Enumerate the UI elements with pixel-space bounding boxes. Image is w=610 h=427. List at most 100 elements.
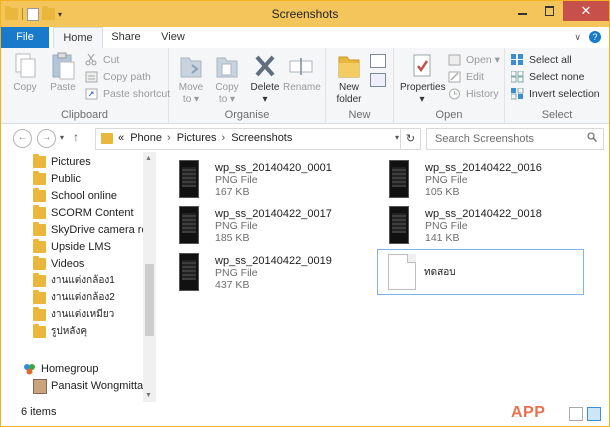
breadcrumb-screenshots[interactable]: Screenshots	[231, 132, 292, 144]
image-thumbnail	[389, 206, 409, 244]
scroll-up-icon[interactable]: ▲	[145, 155, 152, 162]
copy-to-button[interactable]: Copy to ▾	[209, 52, 245, 106]
edit-button[interactable]: Edit	[448, 69, 484, 85]
close-icon: ✕	[580, 3, 592, 18]
maximize-button[interactable]	[536, 1, 563, 21]
file-item[interactable]: wp_ss_20140422_0017 PNG File 185 KB	[161, 202, 367, 246]
view-switcher	[569, 407, 601, 421]
breadcrumb-overflow[interactable]: «	[118, 132, 124, 144]
open-button[interactable]: Open ▾	[448, 52, 500, 68]
paste-shortcut-button[interactable]: Paste shortcut	[85, 86, 170, 102]
file-item[interactable]: wp_ss_20140422_0018 PNG File 141 KB	[371, 202, 577, 246]
copy-to-label: Copy	[215, 82, 239, 93]
recent-locations-icon[interactable]: ▾	[60, 133, 64, 142]
nav-folder-label: Upside LMS	[51, 241, 111, 253]
document-icon	[388, 254, 416, 290]
nav-homegroup-user[interactable]: Panasit Wongmittae	[33, 377, 149, 395]
organise-group: Move to ▾ Copy to ▾ Delete ▾ Rename Orga…	[169, 48, 326, 123]
select-all-label: Select all	[529, 54, 572, 66]
refresh-button[interactable]: ↻	[400, 129, 420, 149]
address-bar[interactable]: « Phone › Pictures › Screenshots ▾ ↻	[95, 128, 421, 150]
forward-arrow-icon: →	[41, 132, 52, 143]
search-placeholder: Search Screenshots	[435, 133, 535, 145]
breadcrumb-pictures[interactable]: Pictures	[177, 132, 217, 144]
breadcrumb-phone[interactable]: Phone	[130, 132, 162, 144]
collapse-ribbon-icon[interactable]: ∨	[574, 32, 581, 43]
nav-folder-item[interactable]: งานแต่งเหมียว	[33, 306, 114, 324]
image-thumbnail	[179, 160, 199, 198]
ribbon: Copy Paste Cut Copy path Paste shortcut …	[1, 48, 609, 124]
breadcrumb: « Phone › Pictures › Screenshots	[118, 132, 295, 144]
ribbon-tabs: File Home Share View ∨ ?	[1, 27, 609, 71]
nav-folder-item[interactable]: งานแต่งกล้อง2	[33, 289, 115, 307]
clipboard-group-label: Clipboard	[60, 109, 109, 121]
open-icon	[448, 54, 461, 66]
refresh-icon: ↻	[405, 133, 416, 145]
tab-home[interactable]: Home	[53, 27, 103, 49]
chevron-right-icon[interactable]: ›	[167, 132, 171, 144]
nav-folder-item[interactable]: Pictures	[33, 153, 91, 171]
copy-button[interactable]: Copy	[7, 52, 43, 94]
large-icons-view-icon[interactable]	[587, 407, 601, 421]
explorer-window: ▾ Screenshots ✕ File Home Share View ∨ ?…	[0, 0, 610, 427]
invert-selection-button[interactable]: Invert selection	[510, 86, 600, 102]
folder-icon	[33, 205, 46, 219]
details-view-icon[interactable]	[569, 407, 583, 421]
nav-folder-item[interactable]: SCORM Content	[33, 204, 134, 222]
nav-folder-item[interactable]: SkyDrive camera roll	[33, 221, 152, 239]
folder-icon	[33, 290, 46, 304]
copy-path-button[interactable]: Copy path	[85, 69, 151, 85]
select-all-button[interactable]: Select all	[511, 52, 572, 68]
rename-icon	[288, 52, 314, 80]
move-to-icon	[178, 52, 204, 80]
chevron-right-icon[interactable]: ›	[221, 132, 225, 144]
new-item-icon[interactable]	[370, 54, 386, 68]
forward-button[interactable]: →	[37, 129, 56, 148]
folder-icon	[33, 154, 46, 168]
copy-path-icon	[85, 71, 98, 83]
title-bar: ▾ Screenshots ✕	[1, 1, 609, 27]
tab-view[interactable]: View	[151, 27, 195, 48]
history-icon	[448, 88, 461, 100]
select-none-button[interactable]: Select none	[510, 69, 584, 85]
tab-share[interactable]: Share	[104, 27, 148, 48]
delete-button[interactable]: Delete ▾	[247, 52, 283, 106]
nav-folder-label: Videos	[51, 258, 85, 270]
navigation-bar: ← → ▾ ↑ « Phone › Pictures › Screenshots ▾…	[1, 124, 609, 152]
back-button[interactable]: ←	[13, 129, 32, 148]
file-item[interactable]: wp_ss_20140422_0016 PNG File 105 KB	[371, 156, 577, 200]
nav-folder-item[interactable]: Videos	[33, 255, 84, 273]
search-input[interactable]: Search Screenshots	[426, 128, 604, 150]
properties-button[interactable]: Properties ▾	[400, 52, 446, 106]
nav-folder-item[interactable]: งานแต่งกล้อง1	[33, 272, 115, 290]
cut-button[interactable]: Cut	[85, 52, 119, 68]
scrollbar-thumb[interactable]	[145, 264, 154, 336]
up-button[interactable]: ↑	[73, 130, 79, 144]
file-type: PNG File	[215, 267, 258, 279]
close-button[interactable]: ✕	[563, 1, 609, 21]
history-button[interactable]: History	[448, 86, 499, 102]
open-group-label: Open	[435, 109, 463, 121]
scroll-down-icon[interactable]: ▼	[145, 392, 152, 399]
new-folder-button[interactable]: New folder	[331, 52, 367, 106]
window-controls: ✕	[509, 1, 609, 21]
file-item[interactable]: wp_ss_20140422_0019 PNG File 437 KB	[161, 249, 367, 293]
move-to-button[interactable]: Move to ▾	[173, 52, 209, 106]
nav-folder-item[interactable]: Upside LMS	[33, 238, 111, 256]
easy-access-icon[interactable]	[370, 73, 386, 87]
paste-shortcut-label: Paste shortcut	[103, 88, 171, 100]
file-item-selected[interactable]: ทดสอบ	[377, 249, 584, 295]
nav-folder-item[interactable]: รูปหลังคุ	[33, 323, 87, 341]
paste-button[interactable]: Paste	[45, 52, 81, 94]
chevron-down-icon[interactable]: ▾	[395, 133, 399, 142]
help-icon[interactable]: ?	[589, 31, 601, 43]
rename-button[interactable]: Rename	[283, 52, 321, 94]
nav-homegroup[interactable]: Homegroup	[23, 360, 98, 378]
properties-label: Properties	[400, 82, 446, 93]
nav-scrollbar[interactable]: ▲ ▼	[143, 152, 156, 402]
nav-folder-item[interactable]: Public	[33, 170, 81, 188]
copy-icon	[12, 52, 38, 80]
nav-folder-item[interactable]: School online	[33, 187, 117, 205]
minimize-button[interactable]	[509, 1, 536, 21]
file-item[interactable]: wp_ss_20140420_0001 PNG File 167 KB	[161, 156, 367, 200]
